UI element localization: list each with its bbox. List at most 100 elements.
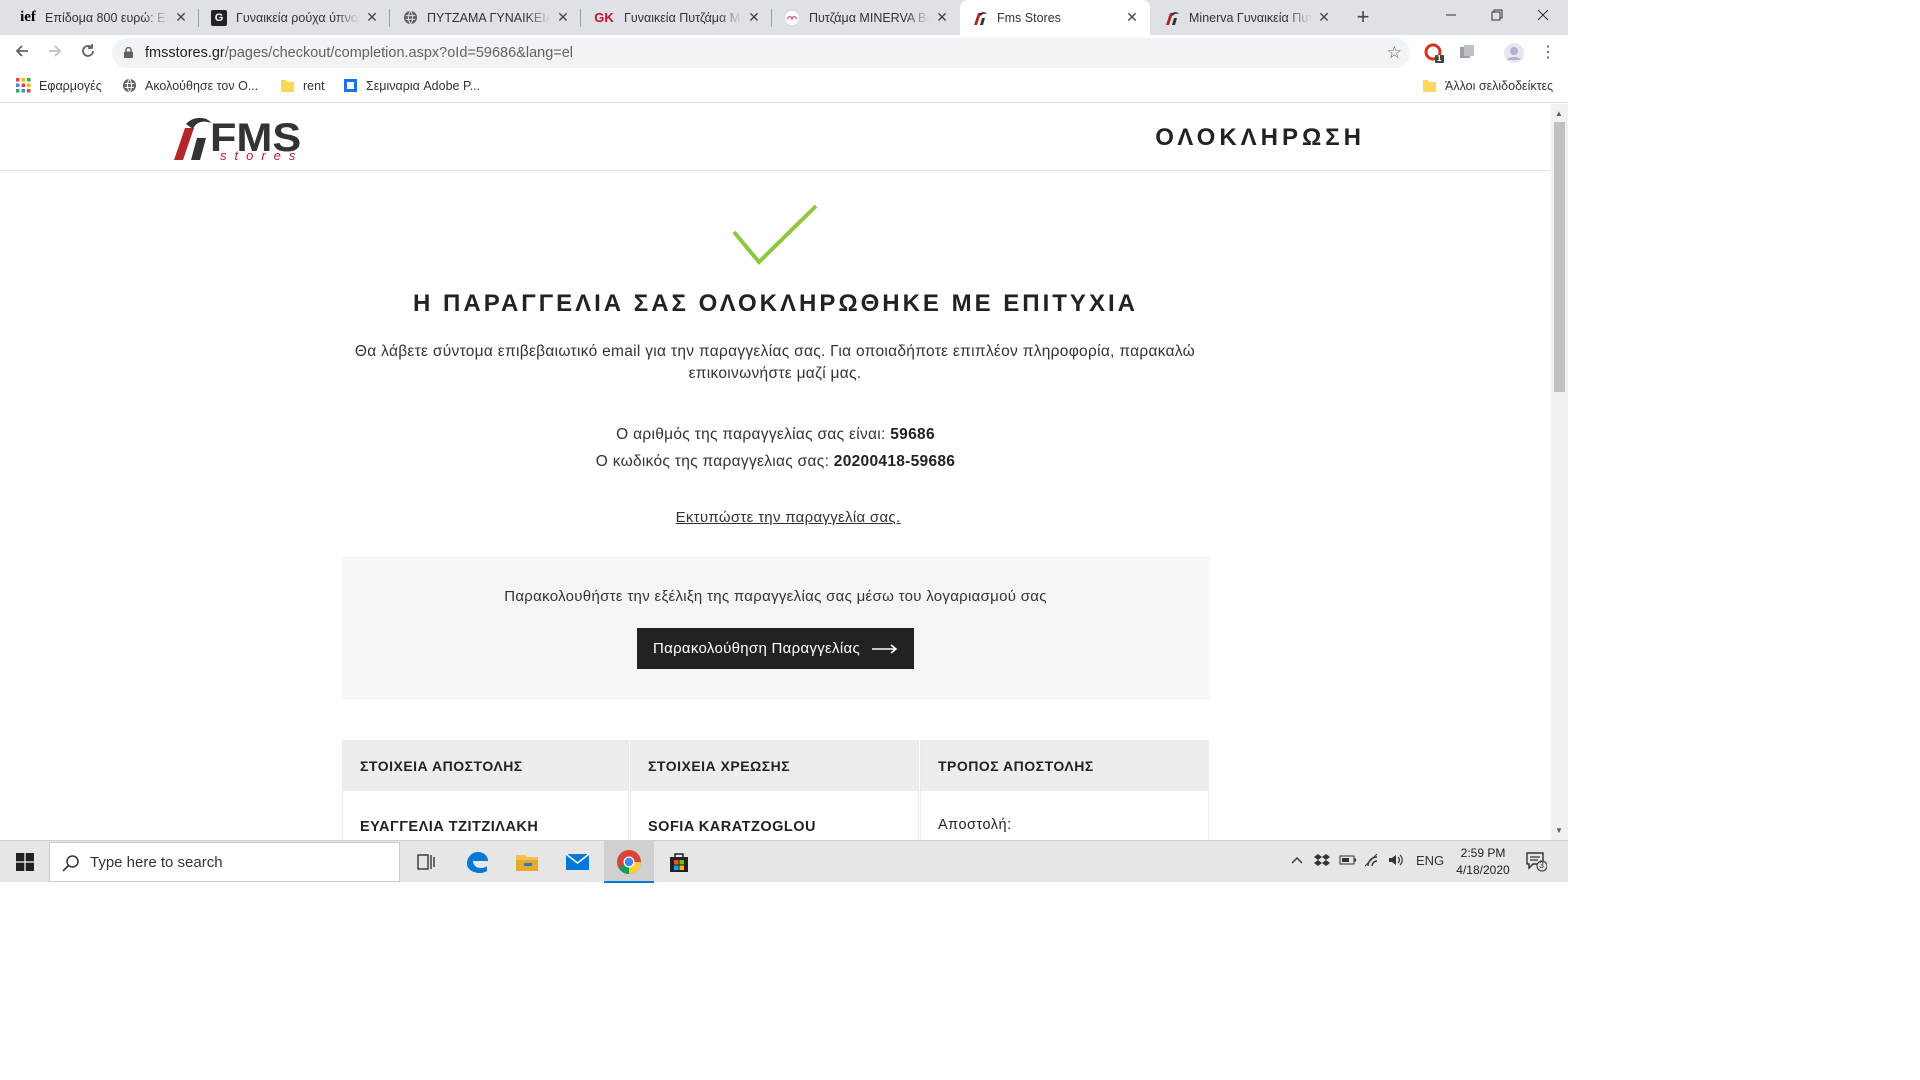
- order-code: 20200418-59686: [833, 453, 956, 470]
- column-header: ΤΡΟΠΟΣ ΑΠΟΣΤΟΛΗΣ: [921, 741, 1208, 791]
- profile-avatar-icon[interactable]: [1503, 42, 1525, 64]
- close-tab-icon[interactable]: ✕: [746, 9, 762, 26]
- order-code-label: Ο κωδικός της παραγγελιας σας:: [595, 453, 830, 470]
- shipping-details-column: ΣΤΟΙΧΕΙΑ ΑΠΟΣΤΟΛΗΣ ΕΥΑΓΓΕΛΙΑ ΤΖΙΤΖΙΛΑΚΗ: [342, 740, 629, 840]
- track-order-button-label: Παρακολούθηση Παραγγελίας: [653, 640, 860, 657]
- browser-tab[interactable]: ΠΥΤΖΑΜΑ ΓΥΝΑΙΚΕΙΑ 5 ✕: [390, 0, 581, 35]
- search-placeholder: Type here to search: [90, 854, 223, 871]
- new-tab-button[interactable]: +: [1350, 4, 1376, 30]
- column-header: ΣΤΟΙΧΕΙΑ ΧΡΕΩΣΗΣ: [631, 741, 918, 791]
- browser-tab[interactable]: ief Επίδομα 800 ευρώ: Επ ✕: [8, 0, 199, 35]
- extension-puzzle-icon[interactable]: [1458, 43, 1478, 63]
- tab-title: Fms Stores: [997, 10, 1061, 25]
- minerva-favicon-icon: [784, 9, 800, 26]
- tab-title: Γυναικεία ρούχα ύπνου: [236, 10, 360, 25]
- fms-favicon-icon: [1164, 10, 1180, 26]
- scroll-up-icon[interactable]: ▲: [1555, 109, 1563, 118]
- browser-tab[interactable]: GK Γυναικεία Πυτζάμα MI ✕: [581, 0, 772, 35]
- vertical-scrollbar[interactable]: ▲ ▼: [1551, 104, 1568, 840]
- close-tab-icon[interactable]: ✕: [1316, 9, 1332, 26]
- reload-icon[interactable]: [74, 39, 102, 67]
- billing-name: SOFIA KARATZOGLOU: [648, 819, 816, 835]
- browser-tab[interactable]: Πυτζάμα MINERVA But ✕: [772, 0, 960, 35]
- dropbox-icon[interactable]: [1314, 853, 1330, 870]
- bookmark-apps[interactable]: Εφαρμογές: [16, 78, 102, 93]
- extension-icon[interactable]: 1: [1424, 43, 1444, 63]
- browser-tab-active[interactable]: Fms Stores ✕: [960, 0, 1150, 35]
- close-tab-icon[interactable]: ✕: [555, 9, 571, 26]
- adobe-icon: [344, 79, 357, 92]
- track-order-button[interactable]: Παρακολούθηση Παραγγελίας: [637, 628, 914, 669]
- browser-tab[interactable]: G Γυναικεία ρούχα ύπνου ✕: [199, 0, 390, 35]
- globe-icon: [402, 10, 418, 26]
- windows-taskbar: Type here to search ENG 2:59 PM 4/18/202…: [0, 840, 1568, 883]
- lock-icon: [124, 47, 133, 58]
- order-info-table: ΣΤΟΙΧΕΙΑ ΑΠΟΣΤΟΛΗΣ ΕΥΑΓΓΕΛΙΑ ΤΖΙΤΖΙΛΑΚΗ …: [342, 740, 1209, 840]
- start-button[interactable]: [0, 841, 48, 883]
- bookmark-label: Άλλοι σελιδοδείκτες: [1445, 78, 1554, 93]
- close-window-icon[interactable]: [1520, 0, 1566, 33]
- close-tab-icon[interactable]: ✕: [173, 9, 189, 26]
- bookmark-adobe[interactable]: Σεμιναρια Adobe P...: [343, 78, 480, 93]
- forward-icon[interactable]: [41, 39, 69, 67]
- bookmark-label: rent: [303, 78, 325, 93]
- bookmark-label: Σεμιναρια Adobe P...: [366, 78, 481, 93]
- notification-count: 3: [1539, 860, 1545, 870]
- volume-icon[interactable]: [1388, 853, 1404, 870]
- site-header: FMS stores ΟΛΟΚΛΗΡΩΣΗ: [0, 104, 1551, 171]
- track-order-panel: Παρακολουθήστε την εξέλιξη της παραγγελί…: [342, 557, 1209, 699]
- close-tab-icon[interactable]: ✕: [934, 9, 950, 26]
- bookmark-label: Ακολούθησε τον Ο...: [145, 78, 259, 93]
- order-number-label: Ο αριθμός της παραγγελίας σας είναι:: [616, 426, 886, 443]
- fms-logo[interactable]: FMS stores: [172, 116, 332, 163]
- tray-chevron-up-icon[interactable]: [1290, 853, 1304, 870]
- battery-icon[interactable]: [1339, 853, 1357, 870]
- back-icon[interactable]: [8, 39, 36, 67]
- mail-icon[interactable]: [562, 847, 592, 877]
- address-bar[interactable]: fmsstores.gr/pages/checkout/completion.a…: [112, 38, 1410, 68]
- billing-details-column: ΣΤΟΙΧΕΙΑ ΧΡΕΩΣΗΣ SOFIA KARATZOGLOU: [630, 740, 919, 840]
- fms-logo-mark-icon: [174, 117, 211, 160]
- globe-icon: [122, 78, 137, 93]
- column-header: ΣΤΟΙΧΕΙΑ ΑΠΟΣΤΟΛΗΣ: [343, 741, 628, 791]
- store-icon[interactable]: [664, 847, 694, 877]
- close-tab-icon[interactable]: ✕: [1124, 9, 1140, 26]
- tab-title: ΠΥΤΖΑΜΑ ΓΥΝΑΙΚΕΙΑ 5: [427, 10, 551, 25]
- menu-kebab-icon[interactable]: ⋮: [1534, 39, 1562, 67]
- shipping-method-label: Αποστολή:: [938, 817, 1012, 833]
- file-explorer-icon[interactable]: [512, 847, 542, 877]
- gk-favicon-icon: GK: [594, 10, 614, 25]
- close-tab-icon[interactable]: ✕: [364, 9, 380, 26]
- minimize-icon[interactable]: [1428, 0, 1474, 33]
- browser-tab[interactable]: Minerva Γυναικεία Πυτ ✕: [1152, 0, 1342, 35]
- scroll-down-icon[interactable]: ▼: [1555, 826, 1563, 835]
- wifi-icon[interactable]: [1364, 853, 1380, 870]
- bookmark-rent[interactable]: rent: [280, 78, 325, 93]
- print-order-link[interactable]: Εκτυπώστε την παραγγελία σας.: [0, 509, 1551, 526]
- task-view-icon[interactable]: [412, 847, 442, 877]
- url-text: fmsstores.gr/pages/checkout/completion.a…: [145, 45, 574, 61]
- extension-badge: 1: [1437, 54, 1442, 63]
- order-code-line: Ο κωδικός της παραγγελιας σας: 20200418-…: [0, 453, 1551, 471]
- restore-icon[interactable]: [1474, 0, 1520, 33]
- other-bookmarks[interactable]: Άλλοι σελιδοδείκτες: [1422, 78, 1553, 93]
- page-viewport: FMS stores ΟΛΟΚΛΗΡΩΣΗ Η ΠΑΡΑΓΓΕΛΙΑ ΣΑΣ Ο…: [0, 104, 1551, 840]
- tab-title: Πυτζάμα MINERVA But: [809, 10, 930, 25]
- windows-logo-icon: [16, 853, 34, 871]
- edge-browser-icon[interactable]: [462, 847, 492, 877]
- bookmark-star-icon[interactable]: ☆: [1387, 43, 1402, 63]
- chrome-icon[interactable]: [614, 847, 644, 877]
- action-center-icon[interactable]: 3: [1525, 850, 1548, 875]
- input-language[interactable]: ENG: [1416, 853, 1444, 868]
- search-icon: [62, 855, 79, 872]
- page-title: Η ΠΑΡΑΓΓΕΛΙΑ ΣΑΣ ΟΛΟΚΛΗΡΩΘΗΚΕ ΜΕ ΕΠΙΤΥΧΙ…: [413, 290, 1138, 317]
- bookmark-follow[interactable]: Ακολούθησε τον Ο...: [122, 78, 258, 93]
- confirmation-message: Θα λάβετε σύντομα επιβεβαιωτικό email γι…: [354, 343, 1196, 382]
- folder-icon: [1423, 80, 1436, 92]
- clock-date: 4/18/2020: [1456, 863, 1510, 877]
- scrollbar-thumb[interactable]: [1554, 122, 1565, 392]
- folder-icon: [281, 80, 294, 92]
- taskbar-search[interactable]: Type here to search: [49, 842, 400, 882]
- checkout-step-title: ΟΛΟΚΛΗΡΩΣΗ: [1155, 124, 1365, 151]
- system-clock[interactable]: 2:59 PM 4/18/2020: [1448, 845, 1518, 879]
